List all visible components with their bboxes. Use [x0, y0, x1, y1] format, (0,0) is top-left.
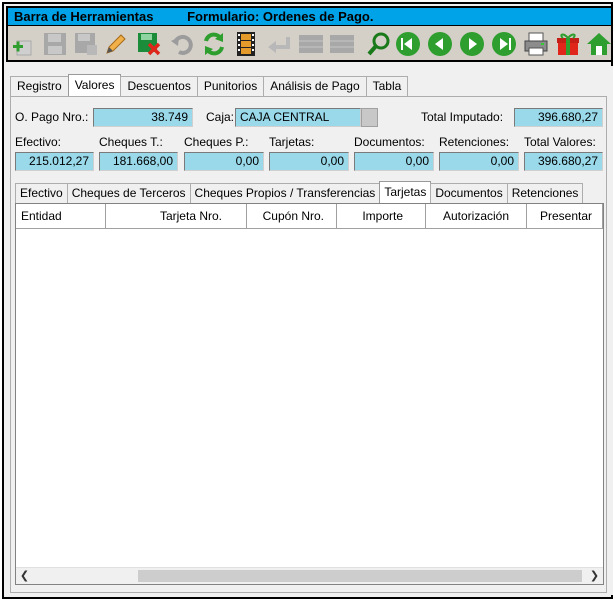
refresh-button[interactable] — [200, 30, 228, 58]
edit-icon — [106, 34, 126, 54]
efectivo-label: Efectivo: — [15, 135, 62, 149]
documentos-label: Documentos: — [354, 135, 425, 149]
total-valores-field[interactable]: 396.680,27 — [524, 152, 603, 171]
caja-dropdown-button[interactable] — [361, 108, 378, 127]
cheques-t-label: Cheques T.: — [99, 135, 163, 149]
subtab-efectivo[interactable]: Efectivo — [15, 183, 68, 203]
search-button[interactable] — [365, 30, 393, 58]
grid-disabled-icon — [299, 35, 323, 53]
film-icon — [237, 32, 255, 56]
valores-subtabs: Efectivo Cheques de Terceros Cheques Pro… — [15, 181, 584, 203]
retenciones-label: Retenciones: — [439, 135, 510, 149]
next-record-icon — [460, 32, 484, 56]
save-disabled-icon — [44, 33, 66, 55]
undo-button[interactable] — [168, 30, 196, 58]
total-imputado-label: Total Imputado: — [421, 110, 504, 124]
col-entidad[interactable]: Entidad — [16, 204, 106, 229]
cheques-t-field[interactable]: 181.668,00 — [99, 152, 178, 171]
search-icon — [367, 32, 390, 56]
tab-descuentos[interactable]: Descuentos — [120, 76, 198, 96]
subtab-retenciones[interactable]: Retenciones — [506, 183, 584, 203]
save-as-disabled-icon — [75, 33, 97, 55]
edit-button[interactable] — [102, 30, 130, 58]
first-record-icon — [396, 32, 420, 56]
caja-label: Caja: — [206, 110, 235, 124]
undo-disabled-icon — [171, 35, 193, 55]
total-valores-label: Total Valores: — [524, 135, 596, 149]
valores-panel: O. Pago Nro.: 38.749 Caja: CAJA CENTRAL … — [10, 96, 607, 593]
scroll-right-icon[interactable]: ❯ — [586, 568, 603, 584]
horizontal-scrollbar[interactable]: ❮ ❯ — [16, 567, 603, 584]
tab-tabla[interactable]: Tabla — [365, 76, 409, 96]
toolbar-title: Barra de Herramientas — [14, 9, 154, 24]
subtab-cheques-terceros[interactable]: Cheques de Terceros — [66, 183, 191, 203]
main-area: Registro Valores Descuentos Punitorios A… — [6, 66, 613, 595]
delete-icon — [138, 33, 161, 56]
col-cupon-nro[interactable]: Cupón Nro. — [247, 204, 337, 229]
main-tabs: Registro Valores Descuentos Punitorios A… — [10, 74, 409, 96]
refresh-icon — [204, 32, 224, 56]
form-title: Formulario: Ordenes de Pago. — [187, 9, 374, 24]
scroll-thumb[interactable] — [138, 570, 582, 582]
first-record-button[interactable] — [394, 30, 422, 58]
documentos-field[interactable]: 0,00 — [354, 152, 434, 171]
efectivo-field[interactable]: 215.012,27 — [15, 152, 94, 171]
total-imputado-field[interactable]: 396.680,27 — [514, 108, 603, 127]
toolbar-buttons — [8, 28, 611, 60]
film-button[interactable] — [232, 30, 260, 58]
tab-analisis-de-pago[interactable]: Análisis de Pago — [263, 76, 367, 96]
gift-icon — [557, 33, 579, 55]
form-window: Barra de Herramientas Formulario: Ordene… — [2, 2, 613, 599]
tab-valores[interactable]: Valores — [67, 74, 122, 96]
tab-registro[interactable]: Registro — [10, 76, 69, 96]
scroll-left-icon[interactable]: ❮ — [16, 568, 33, 584]
last-record-icon — [492, 32, 516, 56]
col-autorizacion[interactable]: Autorización — [426, 204, 527, 229]
tarjetas-grid[interactable]: Entidad Tarjeta Nro. Cupón Nro. Importe … — [15, 203, 604, 585]
grid2-button[interactable] — [328, 30, 356, 58]
previous-record-button[interactable] — [426, 30, 454, 58]
grid-button[interactable] — [297, 30, 325, 58]
toolbar: Barra de Herramientas Formulario: Ordene… — [6, 6, 613, 62]
opago-label: O. Pago Nro.: — [15, 110, 89, 124]
gift-button[interactable] — [554, 30, 582, 58]
title-bar: Barra de Herramientas Formulario: Ordene… — [8, 8, 611, 26]
return-disabled-icon — [268, 37, 290, 53]
col-tarjeta-nro[interactable]: Tarjeta Nro. — [106, 204, 247, 229]
cheques-p-field[interactable]: 0,00 — [184, 152, 264, 171]
retenciones-field[interactable]: 0,00 — [439, 152, 519, 171]
subtab-tarjetas[interactable]: Tarjetas — [379, 181, 432, 203]
next-record-button[interactable] — [458, 30, 486, 58]
col-importe[interactable]: Importe — [337, 204, 426, 229]
home-button[interactable] — [585, 30, 613, 58]
tarjetas-label: Tarjetas: — [269, 135, 315, 149]
save-as-button[interactable] — [72, 30, 100, 58]
caja-combo[interactable]: CAJA CENTRAL — [235, 108, 361, 127]
last-record-button[interactable] — [490, 30, 518, 58]
delete-button[interactable] — [135, 30, 163, 58]
return-button[interactable] — [265, 30, 293, 58]
add-button[interactable] — [10, 30, 38, 58]
save-button[interactable] — [41, 30, 69, 58]
tarjetas-field[interactable]: 0,00 — [269, 152, 349, 171]
previous-record-icon — [428, 32, 452, 56]
print-button[interactable] — [522, 30, 550, 58]
grid-header: Entidad Tarjeta Nro. Cupón Nro. Importe … — [16, 204, 603, 229]
tab-punitorios[interactable]: Punitorios — [196, 76, 265, 96]
cheques-p-label: Cheques P.: — [184, 135, 249, 149]
subtab-documentos[interactable]: Documentos — [430, 183, 508, 203]
grid2-disabled-icon — [330, 35, 354, 53]
add-icon — [13, 40, 32, 56]
opago-field[interactable]: 38.749 — [93, 108, 193, 127]
home-icon — [587, 33, 611, 55]
print-icon — [524, 32, 548, 56]
col-presentar[interactable]: Presentar — [527, 204, 603, 229]
subtab-cheques-propios[interactable]: Cheques Propios / Transferencias — [189, 183, 381, 203]
